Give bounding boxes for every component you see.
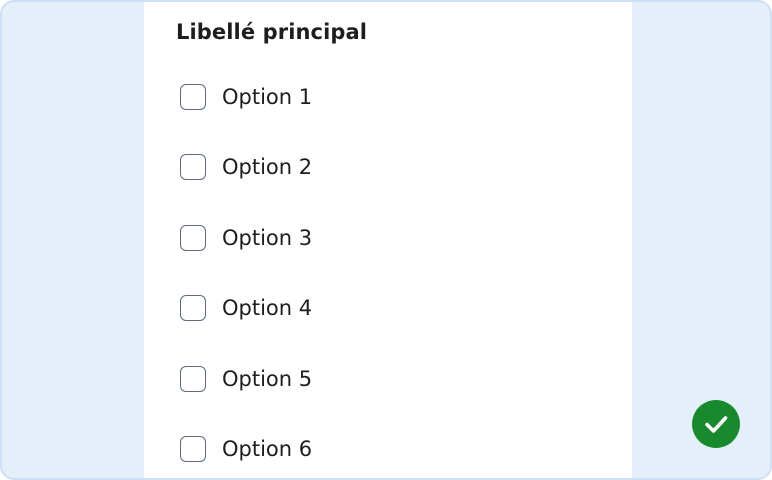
checkbox-option-3[interactable]: Option 3 <box>180 223 312 253</box>
checkbox-box[interactable] <box>180 225 206 251</box>
checkbox-group: Libellé principal Option 1 Option 2 Opti… <box>144 2 632 478</box>
checkbox-box[interactable] <box>180 295 206 321</box>
checkbox-option-6[interactable]: Option 6 <box>180 434 312 464</box>
checkbox-box[interactable] <box>180 84 206 110</box>
group-legend: Libellé principal <box>176 20 368 44</box>
checkbox-label: Option 4 <box>222 296 313 320</box>
checkbox-label: Option 6 <box>222 437 313 461</box>
preview-frame: Libellé principal Option 1 Option 2 Opti… <box>0 0 772 480</box>
checkbox-box[interactable] <box>180 366 206 392</box>
checkbox-label: Option 1 <box>222 85 313 109</box>
checkbox-label: Option 5 <box>222 367 313 391</box>
checkbox-label: Option 3 <box>222 226 313 250</box>
checkbox-box[interactable] <box>180 154 206 180</box>
checkbox-label: Option 2 <box>222 155 313 179</box>
checkbox-option-1[interactable]: Option 1 <box>180 82 312 112</box>
check-circle-icon <box>692 400 740 448</box>
checkbox-box[interactable] <box>180 436 206 462</box>
checkbox-option-2[interactable]: Option 2 <box>180 152 312 182</box>
checkbox-option-4[interactable]: Option 4 <box>180 293 312 323</box>
checkbox-option-5[interactable]: Option 5 <box>180 364 312 394</box>
check-icon <box>705 416 728 433</box>
